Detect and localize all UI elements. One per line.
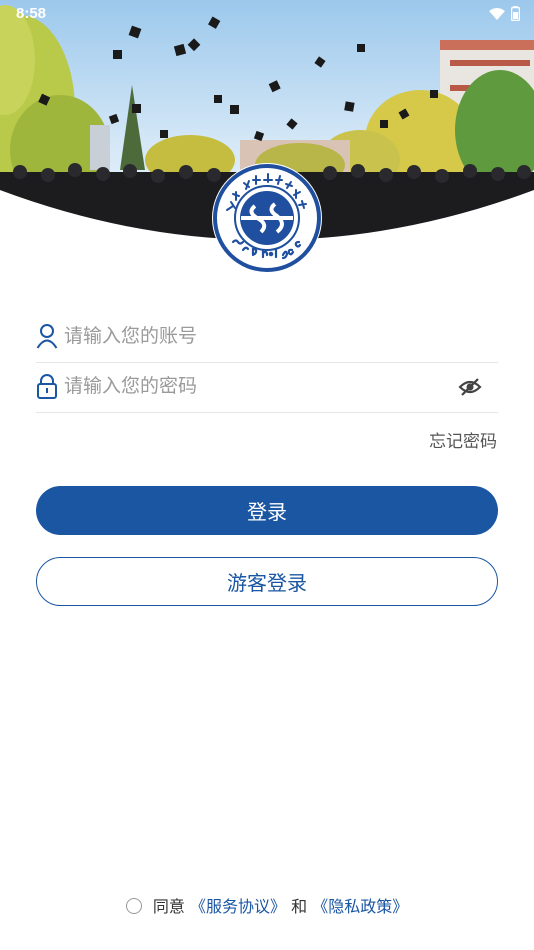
status-bar: 8:58 bbox=[0, 0, 534, 26]
login-button[interactable]: 登录 bbox=[36, 486, 498, 535]
eye-off-icon[interactable] bbox=[458, 375, 482, 399]
status-time: 8:58 bbox=[16, 5, 47, 22]
password-input[interactable] bbox=[64, 371, 464, 401]
status-icons bbox=[489, 6, 520, 21]
wifi-icon bbox=[489, 7, 505, 20]
password-field bbox=[36, 362, 498, 413]
user-icon bbox=[36, 324, 58, 349]
account-field bbox=[36, 312, 498, 363]
school-emblem bbox=[211, 162, 323, 274]
service-agreement-link[interactable]: 《服务协议》 bbox=[190, 897, 286, 916]
agreement-connector: 和 bbox=[291, 897, 308, 916]
forgot-password-link[interactable]: 忘记密码 bbox=[429, 427, 497, 452]
school-logo bbox=[212, 163, 322, 273]
lock-icon bbox=[37, 374, 57, 399]
agree-radio[interactable] bbox=[125, 898, 142, 914]
account-input[interactable] bbox=[64, 321, 464, 351]
privacy-policy-link[interactable]: 《隐私政策》 bbox=[312, 897, 408, 916]
agreement-prefix: 同意 bbox=[152, 897, 185, 916]
agreement-row: 同意 《服务协议》 和 《隐私政策》 bbox=[0, 893, 534, 917]
guest-login-button[interactable]: 游客登录 bbox=[36, 557, 498, 606]
battery-icon bbox=[511, 6, 520, 21]
